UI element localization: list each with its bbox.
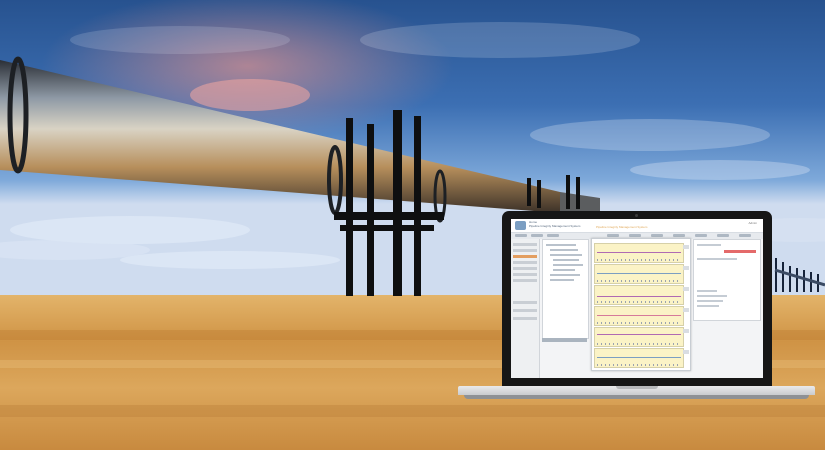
app-title: Home Pipeline Integrity Management Syste…	[529, 220, 581, 228]
chart-button[interactable]	[683, 245, 689, 249]
chart-button[interactable]	[683, 329, 689, 333]
sidebar-item[interactable]	[513, 309, 537, 312]
webcam-icon	[635, 214, 638, 217]
chart-button[interactable]	[683, 308, 689, 312]
details-panel	[693, 239, 761, 321]
detail-row	[697, 258, 737, 260]
tree-panel	[542, 239, 589, 339]
tree-node[interactable]	[550, 274, 580, 276]
sidebar-item-active[interactable]	[513, 255, 537, 258]
app-logo-icon	[515, 221, 526, 230]
chart-strip	[594, 306, 684, 326]
chart-panel	[591, 238, 691, 371]
detail-row	[697, 295, 727, 297]
laptop: Home Pipeline Integrity Management Syste…	[502, 211, 772, 386]
detail-row	[697, 290, 717, 292]
laptop-screen: Home Pipeline Integrity Management Syste…	[511, 219, 763, 378]
toolbar-button[interactable]	[531, 234, 543, 237]
chart-strip	[594, 348, 684, 368]
sidebar	[511, 239, 540, 378]
detail-row	[697, 244, 721, 246]
sidebar-item[interactable]	[513, 317, 537, 320]
chart-strip	[594, 285, 684, 305]
toolbar-button[interactable]	[607, 234, 619, 237]
detail-row	[697, 300, 723, 302]
sidebar-item[interactable]	[513, 273, 537, 276]
toolbar-button[interactable]	[717, 234, 729, 237]
tree-footer-button[interactable]	[542, 338, 587, 342]
laptop-base	[458, 386, 815, 400]
tree-node[interactable]	[553, 259, 579, 261]
sidebar-item[interactable]	[513, 249, 537, 252]
chart-strip	[594, 264, 684, 284]
chart-button[interactable]	[683, 350, 689, 354]
toolbar-button[interactable]	[739, 234, 751, 237]
alert-field	[724, 250, 756, 253]
laptop-bezel: Home Pipeline Integrity Management Syste…	[502, 211, 772, 386]
tree-node[interactable]	[553, 264, 583, 266]
tree-node[interactable]	[546, 244, 576, 246]
toolbar-button[interactable]	[629, 234, 641, 237]
trackpad-notch	[616, 386, 658, 389]
chart-strip	[594, 327, 684, 347]
tree-node[interactable]	[550, 254, 582, 256]
app-main-title: Pipeline Integrity Management System	[596, 225, 648, 229]
user-label: Admin	[748, 221, 757, 225]
toolbar-button[interactable]	[673, 234, 685, 237]
chart-strip	[594, 243, 684, 263]
sidebar-item[interactable]	[513, 261, 537, 264]
chart-button[interactable]	[683, 266, 689, 270]
tree-node[interactable]	[550, 249, 578, 251]
tree-node[interactable]	[553, 269, 575, 271]
app-title-line2: Pipeline Integrity Management System	[529, 223, 581, 228]
toolbar-button[interactable]	[515, 234, 527, 237]
chart-button[interactable]	[683, 287, 689, 291]
toolbar-button[interactable]	[651, 234, 663, 237]
sidebar-item[interactable]	[513, 243, 537, 246]
detail-row	[697, 305, 719, 307]
app-header: Home Pipeline Integrity Management Syste…	[511, 219, 763, 233]
toolbar-button[interactable]	[547, 234, 559, 237]
sidebar-item[interactable]	[513, 279, 537, 282]
sidebar-item[interactable]	[513, 301, 537, 304]
toolbar-button[interactable]	[695, 234, 707, 237]
tree-node[interactable]	[550, 279, 574, 281]
sidebar-item[interactable]	[513, 267, 537, 270]
